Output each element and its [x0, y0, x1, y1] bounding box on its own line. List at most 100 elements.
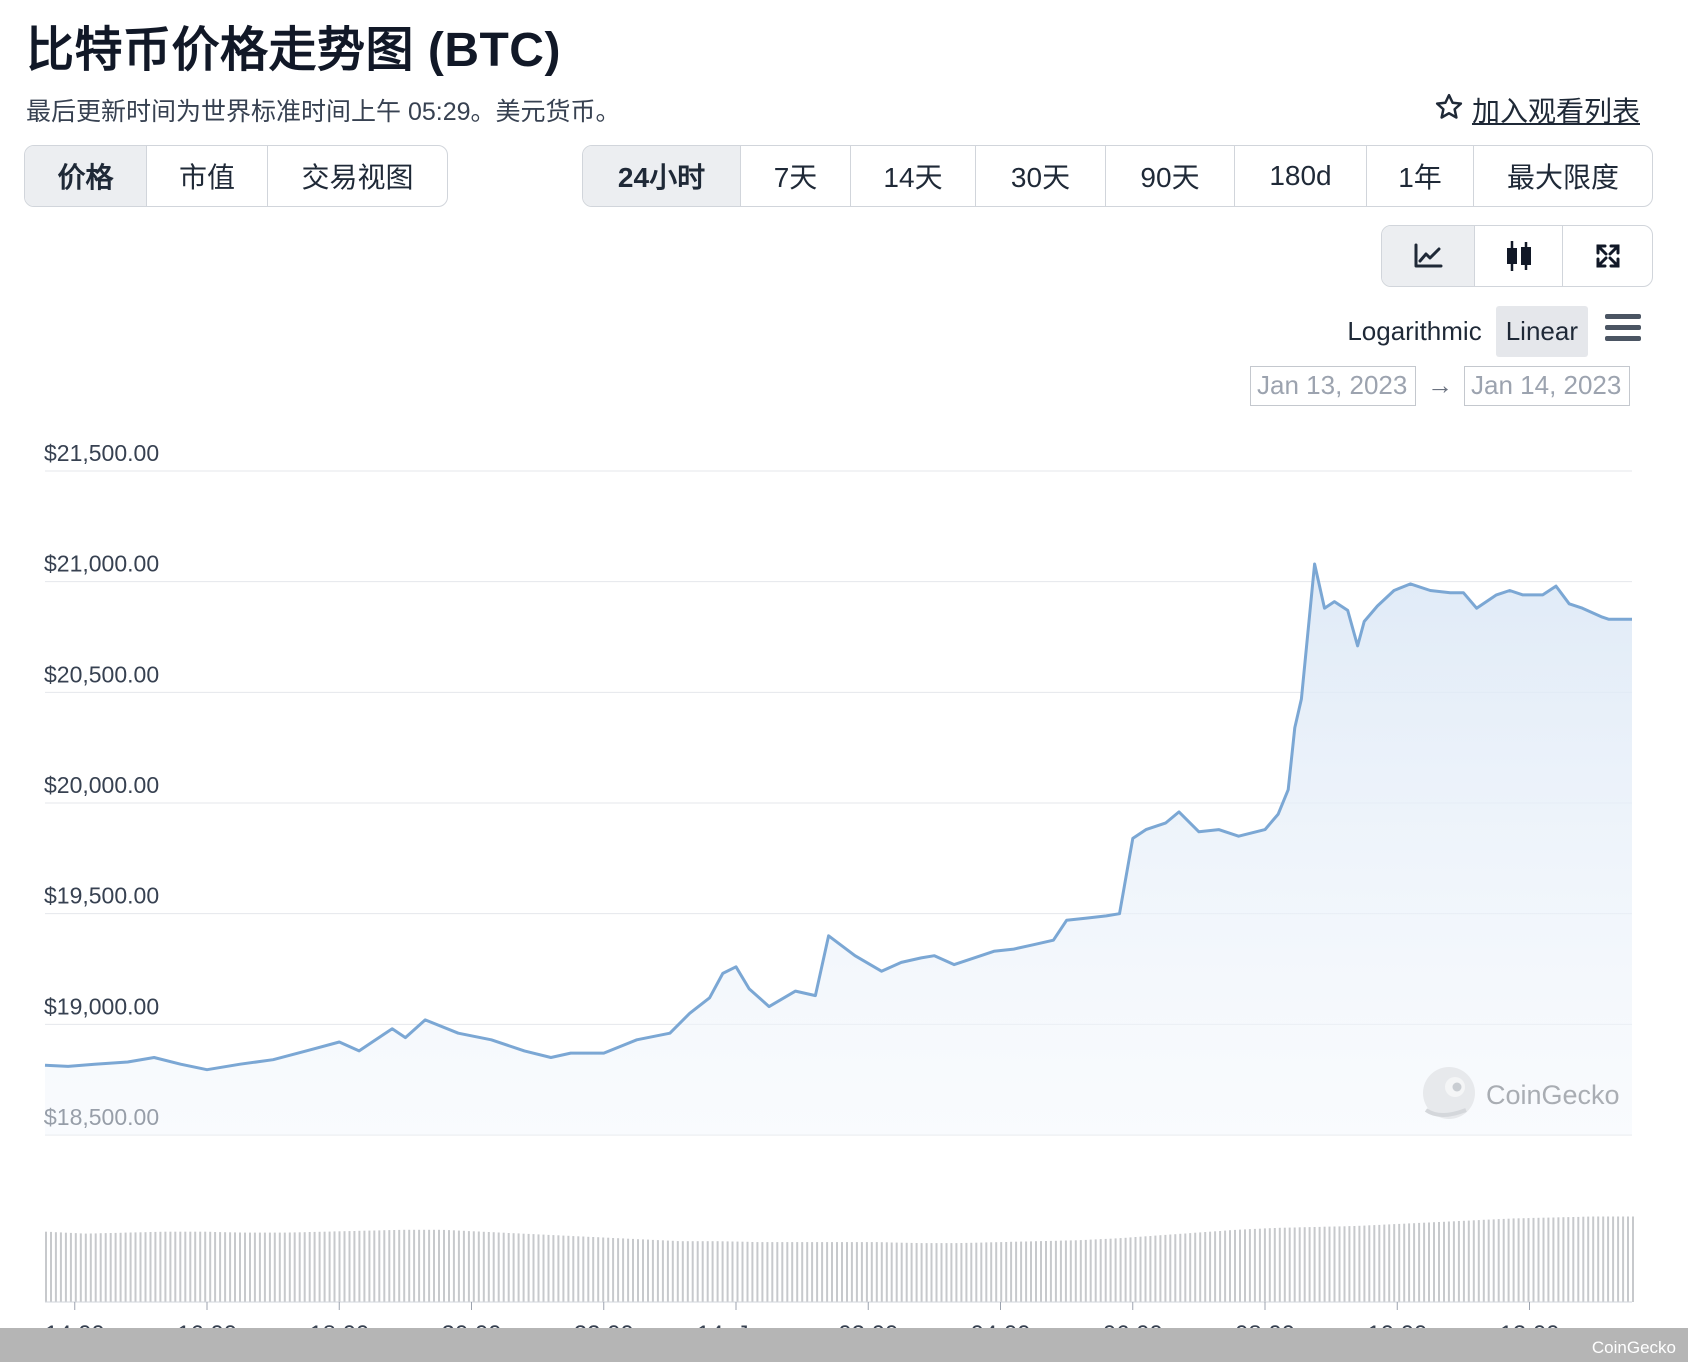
range-7d[interactable]: 7天: [741, 146, 851, 206]
volume-bar: [1054, 1240, 1057, 1302]
volume-bar: [224, 1232, 227, 1302]
volume-bar: [955, 1243, 958, 1302]
volume-bar: [826, 1242, 829, 1302]
range-180d[interactable]: 180d: [1235, 146, 1367, 206]
volume-bar: [1632, 1216, 1634, 1302]
y-tick-label: $20,500.00: [44, 661, 159, 687]
range-30d[interactable]: 30天: [976, 146, 1106, 206]
volume-bar: [905, 1242, 908, 1302]
volume-bar: [1288, 1227, 1291, 1302]
hamburger-menu-icon[interactable]: [1604, 312, 1642, 344]
volume-bar: [597, 1237, 600, 1302]
volume-bar: [249, 1232, 251, 1302]
tab-tradingview[interactable]: 交易视图: [268, 146, 447, 206]
volume-bar: [642, 1239, 644, 1302]
volume-bar: [408, 1229, 411, 1302]
scale-logarithmic[interactable]: Logarithmic: [1337, 306, 1491, 357]
volume-bar: [751, 1242, 754, 1302]
volume-bar: [154, 1231, 157, 1302]
volume-bar: [253, 1232, 256, 1302]
volume-bar: [84, 1233, 87, 1302]
volume-bar: [781, 1242, 784, 1302]
volume-bar: [1617, 1216, 1620, 1302]
volume-bar: [1408, 1223, 1411, 1302]
volume-bar: [373, 1230, 376, 1302]
fullscreen-button[interactable]: [1563, 226, 1652, 286]
volume-bar: [1010, 1241, 1013, 1302]
volume-bar: [736, 1241, 739, 1302]
volume-bar: [1258, 1228, 1261, 1302]
volume-bar: [895, 1242, 898, 1302]
volume-bar: [1592, 1216, 1595, 1302]
range-14d[interactable]: 14天: [851, 146, 976, 206]
line-chart-button[interactable]: [1382, 226, 1475, 286]
volume-bar: [278, 1232, 281, 1302]
volume-bar: [811, 1242, 814, 1302]
volume-bar: [333, 1231, 336, 1302]
volume-bar: [542, 1234, 545, 1302]
volume-bar: [1179, 1233, 1182, 1302]
scale-linear[interactable]: Linear: [1495, 306, 1588, 357]
range-max[interactable]: 最大限度: [1474, 146, 1652, 206]
volume-bar: [338, 1231, 341, 1302]
volume-bar: [50, 1231, 52, 1302]
volume-bar: [656, 1240, 659, 1302]
volume-bar: [189, 1231, 192, 1302]
price-chart[interactable]: $18,500.00$19,000.00$19,500.00$20,000.00…: [0, 420, 1688, 1362]
volume-bar: [612, 1238, 615, 1302]
volume-bar: [1059, 1240, 1062, 1302]
volume-bar: [1263, 1228, 1266, 1302]
volume-bar: [452, 1230, 455, 1302]
footer-credit: CoinGecko: [1591, 1338, 1676, 1357]
volume-bar: [45, 1231, 47, 1302]
volume-bar: [1413, 1223, 1416, 1302]
volume-bar: [706, 1241, 709, 1302]
volume-bar: [1020, 1241, 1023, 1302]
volume-bar: [1149, 1236, 1152, 1302]
volume-bar: [1423, 1222, 1426, 1302]
volume-bar: [1268, 1228, 1271, 1302]
add-to-watchlist-link[interactable]: 加入观看列表: [1434, 90, 1640, 130]
volume-bar: [1577, 1216, 1580, 1302]
range-90d[interactable]: 90天: [1106, 146, 1235, 206]
range-1y[interactable]: 1年: [1367, 146, 1474, 206]
volume-bar: [1547, 1217, 1550, 1302]
tab-price[interactable]: 价格: [25, 146, 147, 206]
volume-bar: [686, 1241, 689, 1302]
volume-bar: [776, 1242, 779, 1302]
volume-bar: [696, 1241, 699, 1302]
volume-bar: [1064, 1240, 1067, 1302]
date-to-input[interactable]: Jan 14, 2023: [1464, 366, 1630, 406]
volume-bar: [164, 1231, 167, 1302]
volume-bar: [900, 1242, 903, 1302]
volume-bar: [1079, 1240, 1082, 1302]
volume-bar: [756, 1242, 759, 1302]
volume-bar: [970, 1242, 973, 1302]
volume-bar: [875, 1242, 878, 1302]
volume-bar: [786, 1242, 789, 1302]
volume-bar: [1428, 1222, 1430, 1302]
volume-bar: [836, 1242, 838, 1302]
volume-bar: [517, 1233, 520, 1302]
tab-market-cap[interactable]: 市值: [147, 146, 268, 206]
volume-bar: [562, 1235, 565, 1302]
volume-bar: [1403, 1223, 1406, 1302]
volume-bar: [627, 1238, 630, 1302]
volume-bar: [313, 1231, 316, 1302]
volume-bar: [492, 1232, 495, 1302]
volume-bar: [930, 1243, 933, 1302]
volume-bar: [457, 1230, 460, 1302]
volume-bar: [308, 1232, 311, 1302]
range-24h[interactable]: 24小时: [583, 146, 741, 206]
volume-bar: [184, 1231, 187, 1302]
volume-bar: [1542, 1217, 1545, 1302]
volume-bar: [1482, 1219, 1485, 1302]
volume-bar: [1089, 1239, 1092, 1302]
volume-bar: [1229, 1230, 1231, 1302]
volume-bar: [1353, 1226, 1356, 1302]
volume-bar: [1134, 1237, 1137, 1302]
candlestick-button[interactable]: [1475, 226, 1563, 286]
volume-bar: [1363, 1225, 1366, 1302]
date-from-input[interactable]: Jan 13, 2023: [1250, 366, 1416, 406]
volume-bar: [59, 1232, 62, 1302]
